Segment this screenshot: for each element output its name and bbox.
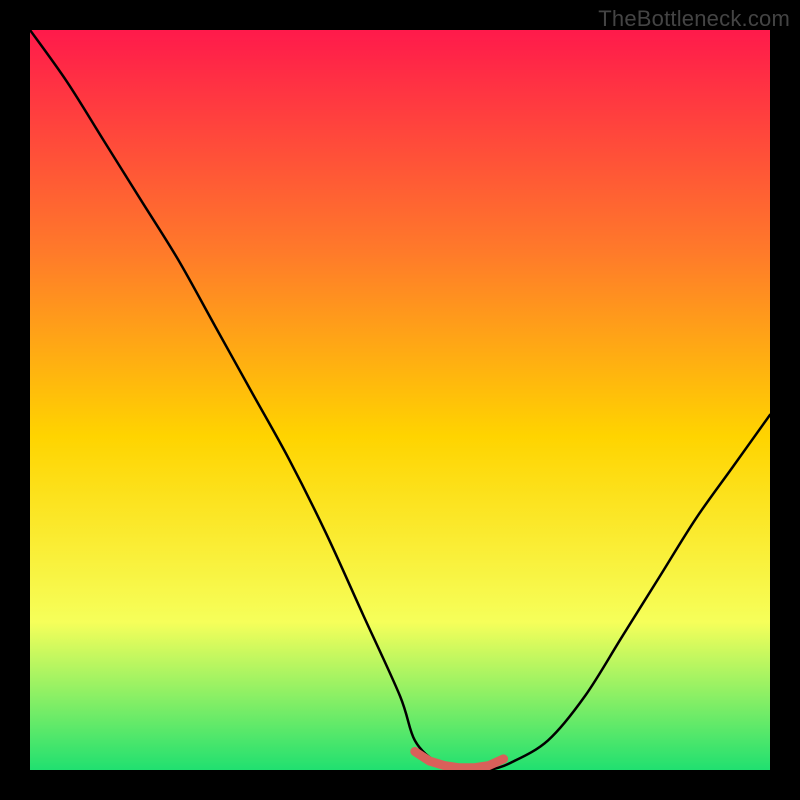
- chart-frame: TheBottleneck.com: [0, 0, 800, 800]
- chart-svg: [30, 30, 770, 770]
- plot-area: [30, 30, 770, 770]
- watermark-text: TheBottleneck.com: [598, 6, 790, 32]
- gradient-background: [30, 30, 770, 770]
